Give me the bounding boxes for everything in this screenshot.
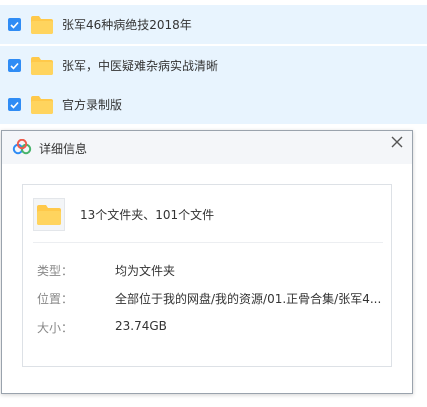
file-row[interactable]: 张军46种病绝技2018年	[0, 5, 427, 44]
details-dialog: 详细信息 13个文件夹、101个文件 类型： 均为文件夹 位置： 全部位于我的网…	[1, 130, 413, 394]
folder-icon	[33, 198, 65, 231]
file-row[interactable]: 官方录制版	[0, 85, 427, 124]
divider	[33, 242, 383, 243]
dialog-title: 详细信息	[39, 142, 88, 156]
size-value: 23.74GB	[115, 319, 167, 333]
checkbox-checked-icon[interactable]	[8, 59, 21, 72]
folder-icon	[31, 56, 53, 75]
file-name[interactable]: 张军，中医疑难杂病实战清晰	[62, 57, 218, 74]
file-list: 张军46种病绝技2018年 张军，中医疑难杂病实战清晰 官方录制版	[0, 0, 427, 124]
file-row[interactable]: 张军，中医疑难杂病实战清晰	[0, 46, 427, 85]
file-name[interactable]: 官方录制版	[62, 96, 122, 113]
checkbox-checked-icon[interactable]	[8, 18, 21, 31]
checkbox-checked-icon[interactable]	[8, 98, 21, 111]
location-value: 全部位于我的网盘/我的资源/01.正骨合集/张军4...	[115, 292, 382, 306]
size-label: 大小：	[37, 321, 74, 335]
file-name[interactable]: 张军46种病绝技2018年	[62, 16, 192, 33]
close-icon[interactable]	[388, 133, 406, 151]
folder-icon	[31, 15, 53, 34]
selection-summary: 13个文件夹、101个文件	[80, 208, 215, 222]
location-label: 位置：	[37, 292, 74, 306]
dialog-header: 详细信息	[2, 131, 412, 164]
info-panel: 13个文件夹、101个文件 类型： 均为文件夹 位置： 全部位于我的网盘/我的资…	[22, 184, 392, 367]
type-value: 均为文件夹	[115, 264, 176, 278]
baidu-netdisk-icon	[12, 138, 32, 155]
folder-icon	[31, 95, 53, 114]
type-label: 类型：	[37, 264, 74, 278]
